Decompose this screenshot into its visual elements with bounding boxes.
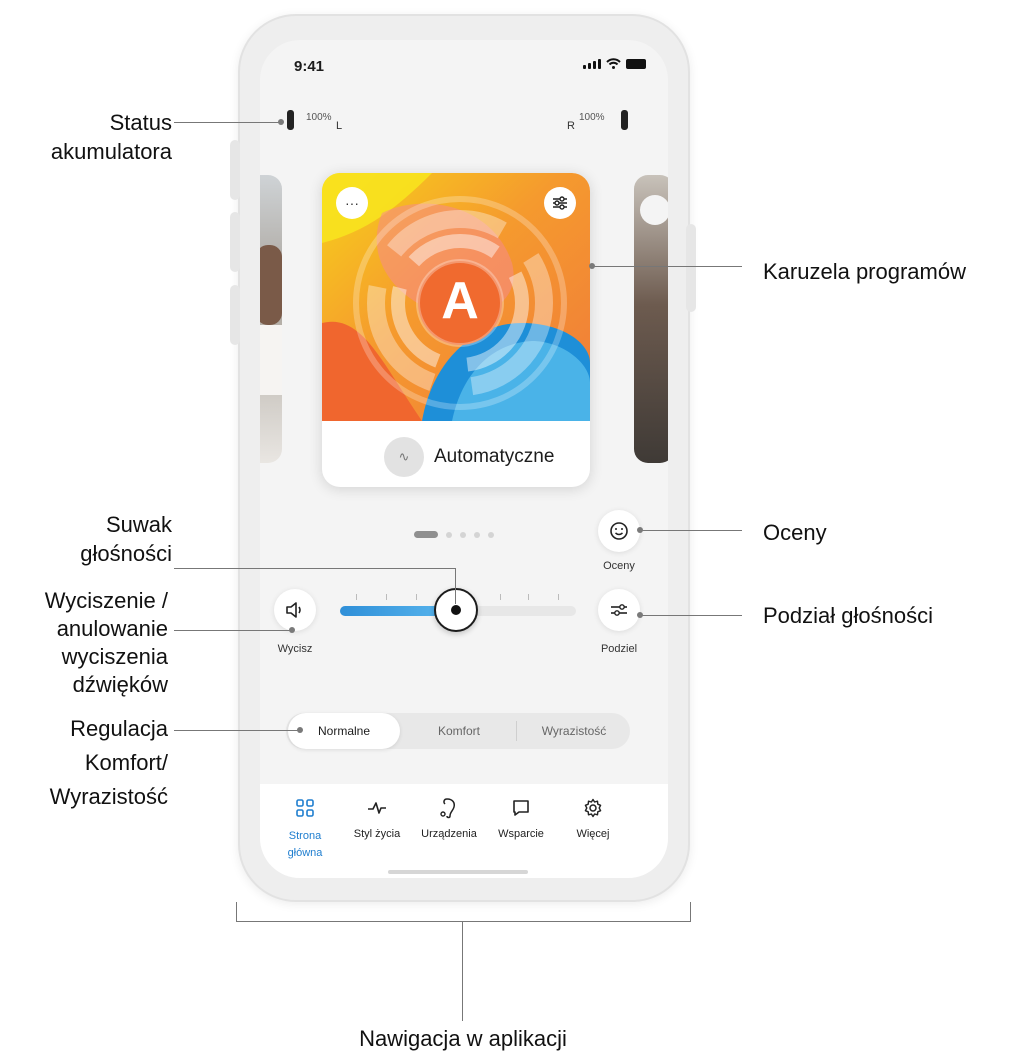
pulse-icon — [368, 802, 386, 814]
carousel-dot[interactable] — [474, 531, 480, 538]
bracket-line — [690, 902, 691, 922]
nav-item-devices[interactable]: Urządzenia — [414, 796, 484, 840]
smiley-icon — [610, 522, 628, 540]
phone-side-button — [230, 140, 240, 200]
slider-tick — [416, 594, 417, 600]
program-card-previous[interactable] — [260, 175, 282, 463]
callout-volume-slider: Suwak głośności — [80, 512, 172, 566]
right-battery-icon — [621, 110, 628, 130]
program-name: Automatyczne — [434, 446, 555, 467]
program-type-icon: ∿ — [384, 437, 424, 477]
leader-line — [174, 730, 300, 731]
slider-tick — [528, 594, 529, 600]
segment-divider — [516, 721, 517, 741]
leader-line — [640, 530, 742, 531]
split-icon — [611, 604, 627, 616]
bracket-line — [236, 921, 690, 922]
sliders-icon[interactable] — [544, 187, 576, 219]
callout-mute: Wyciszenie / anulowanie wyciszenia dźwię… — [44, 588, 168, 697]
right-side-label: R — [567, 120, 575, 132]
leader-pin — [278, 119, 284, 125]
left-battery-percent: 100% — [306, 112, 332, 123]
nav-item-support[interactable]: Wsparcie — [486, 796, 556, 840]
leader-pin — [589, 263, 595, 269]
nav-item-more[interactable]: Więcej — [558, 796, 628, 840]
split-volume-button[interactable] — [598, 589, 640, 631]
right-battery-percent: 100% — [579, 112, 605, 123]
phone-side-button — [230, 212, 240, 272]
slider-tick — [500, 594, 501, 600]
mute-label: Wycisz — [277, 643, 313, 655]
bottom-navigation: Strona główna Styl życia Urządzenia Wspa… — [260, 784, 668, 878]
phone-side-button — [686, 224, 696, 312]
leader-line — [174, 122, 280, 123]
callout-battery-status: Status akumulatora — [50, 110, 172, 164]
callout-volume-split: Podział głośności — [763, 603, 933, 628]
bracket-line — [462, 921, 463, 1021]
program-letter: A — [441, 272, 479, 330]
sound-mode-selector: Normalne Komfort Wyrazistość — [286, 713, 630, 749]
nav-item-home[interactable]: Strona główna — [270, 796, 340, 862]
carousel-dot[interactable] — [414, 531, 438, 538]
grid-icon — [296, 799, 314, 817]
speaker-icon — [286, 602, 301, 618]
app-screen: 9:41 100% L R 100% A ··· ∿ Automatyczne … — [260, 40, 668, 878]
callout-ratings: Oceny — [763, 520, 827, 545]
callout-program-carousel: Karuzela programów — [763, 259, 966, 284]
leader-pin — [289, 627, 295, 633]
home-indicator[interactable] — [388, 870, 528, 874]
carousel-pagination — [414, 531, 494, 538]
wifi-icon — [606, 58, 621, 69]
phone-side-button — [230, 285, 240, 345]
status-icons — [583, 58, 646, 69]
leader-line — [174, 568, 455, 569]
carousel-dot[interactable] — [460, 531, 466, 538]
nav-label-devices: Urządzenia — [421, 828, 477, 840]
leader-pin — [637, 612, 643, 618]
phone-battery-icon — [626, 59, 646, 69]
hearing-aid-icon — [440, 798, 455, 819]
signal-icon — [583, 59, 601, 69]
leader-line — [592, 266, 742, 267]
ratings-label: Oceny — [603, 560, 635, 572]
leader-pin — [297, 727, 303, 733]
slider-tick — [386, 594, 387, 600]
carousel-dot[interactable] — [488, 531, 494, 538]
slider-tick — [558, 594, 559, 600]
leader-line — [174, 630, 292, 631]
program-card-next[interactable] — [634, 175, 668, 463]
segment-clarity[interactable]: Wyrazistość — [518, 713, 630, 749]
nav-item-lifestyle[interactable]: Styl życia — [342, 796, 412, 840]
leader-line — [640, 615, 742, 616]
program-card[interactable]: A ··· ∿ Automatyczne — [322, 173, 590, 487]
left-battery-icon — [287, 110, 294, 130]
leader-pin — [637, 527, 643, 533]
nav-label-support: Wsparcie — [498, 828, 544, 840]
carousel-dot[interactable] — [446, 531, 452, 538]
segment-comfort[interactable]: Komfort — [404, 713, 514, 749]
leader-line — [455, 568, 456, 604]
ratings-button[interactable] — [598, 510, 640, 552]
nav-label-lifestyle: Styl życia — [353, 828, 401, 840]
status-time: 9:41 — [294, 58, 325, 75]
more-icon[interactable]: ··· — [336, 187, 368, 219]
bracket-line — [236, 902, 237, 922]
left-side-label: L — [336, 120, 343, 132]
gear-icon — [584, 798, 602, 818]
nav-label-home: Strona główna — [287, 830, 323, 859]
chat-icon — [513, 800, 529, 816]
slider-tick — [356, 594, 357, 600]
segment-normal[interactable]: Normalne — [288, 713, 400, 749]
callout-app-navigation: Nawigacja w aplikacji — [359, 1026, 567, 1051]
split-volume-label: Podziel — [600, 643, 638, 655]
nav-label-more: Więcej — [576, 828, 610, 840]
mute-button[interactable] — [274, 589, 316, 631]
callout-comfort-clarity: Regulacja Komfort/ Wyrazistość — [49, 716, 168, 809]
